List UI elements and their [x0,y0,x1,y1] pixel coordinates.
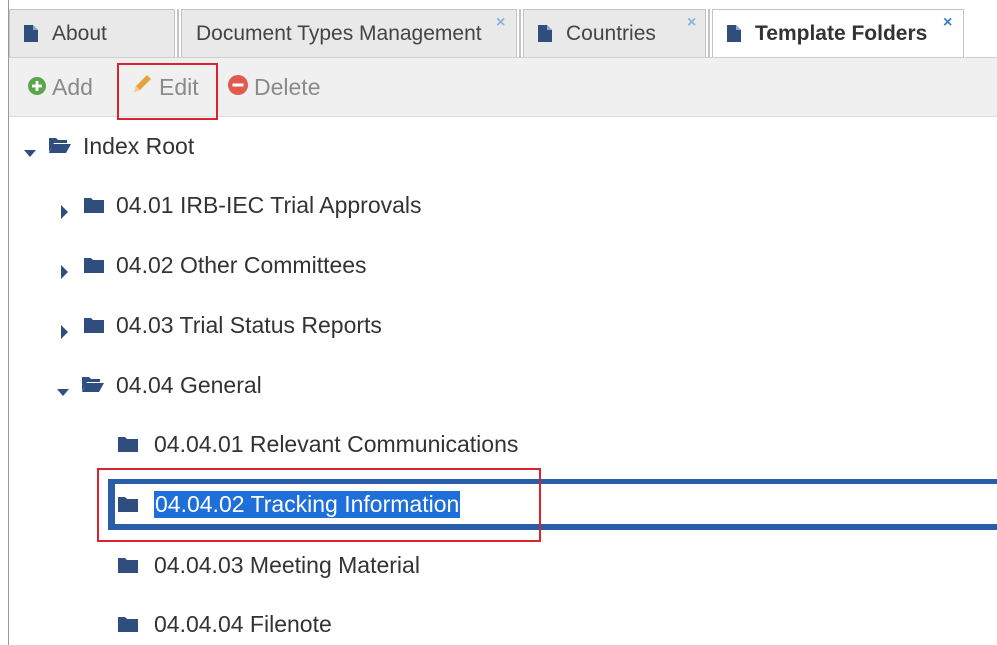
folder-icon [118,611,138,638]
caret-down-icon[interactable] [56,378,70,396]
tree-node-index-root[interactable]: Index Root [23,126,194,166]
add-label: Add [52,73,93,100]
close-icon[interactable]: × [496,14,505,32]
tab-label: Countries [566,21,656,45]
tree-node-label: 04.04.01 Relevant Communications [154,430,519,457]
tab-label: Template Folders [755,21,928,45]
folder-icon [118,431,138,458]
tab-divider [519,9,521,57]
tree-node-label: 04.04.04 Filenote [154,610,332,637]
tree-node-label: 04.04 General [116,371,262,398]
tree-node-label: 04.03 Trial Status Reports [116,311,382,338]
tree-node-label: Index Root [83,132,195,159]
tree-node-leaf[interactable]: 04.04.01 Relevant Communications [118,424,518,464]
tree-node-folder[interactable]: 04.03 Trial Status Reports [58,305,382,345]
add-circle-icon [28,74,46,101]
tree-node-label: 04.01 IRB-IEC Trial Approvals [116,191,422,218]
tab-label: Document Types Management [196,21,482,45]
caret-right-icon[interactable] [58,258,72,279]
tree-node-label: 04.02 Other Committees [116,251,367,278]
folder-open-icon [49,133,71,160]
tab-label: About [52,21,107,45]
tree-node-folder[interactable]: 04.01 IRB-IEC Trial Approvals [58,185,422,225]
tab-countries[interactable]: Countries × [523,9,706,57]
delete-button[interactable]: Delete [228,58,320,116]
tab-divider [708,9,710,57]
folder-icon [84,312,104,339]
caret-right-icon[interactable] [58,198,72,219]
selected-node-highlight-box [97,468,541,542]
close-icon[interactable]: × [687,14,696,32]
folder-icon [84,192,104,219]
tab-about[interactable]: About [9,9,175,57]
tree-node-leaf[interactable]: 04.04.03 Meeting Material [118,545,420,585]
tab-document-types-management[interactable]: Document Types Management × [181,9,517,57]
minus-circle-icon [228,74,248,101]
tree-node-folder[interactable]: 04.02 Other Committees [58,245,367,285]
tree-node-folder-general[interactable]: 04.04 General [56,365,262,405]
add-button[interactable]: Add [28,58,93,116]
folder-open-icon [82,372,104,399]
folder-icon [118,552,138,579]
template-folders-window: About Document Types Management × Countr… [0,0,997,645]
tree-node-label: 04.04.03 Meeting Material [154,551,420,578]
caret-down-icon[interactable] [23,139,37,157]
tree-node-leaf[interactable]: 04.04.04 Filenote [118,604,332,644]
tab-strip: About Document Types Management × Countr… [9,0,997,57]
close-icon[interactable]: × [943,14,952,32]
document-icon [24,25,38,42]
document-icon [538,25,552,42]
edit-highlight-box [117,63,218,120]
tab-divider [177,9,179,57]
delete-label: Delete [254,73,321,100]
tab-template-folders[interactable]: Template Folders × [712,9,964,57]
caret-right-icon[interactable] [58,318,72,339]
folder-icon [84,252,104,279]
document-icon [727,25,741,42]
